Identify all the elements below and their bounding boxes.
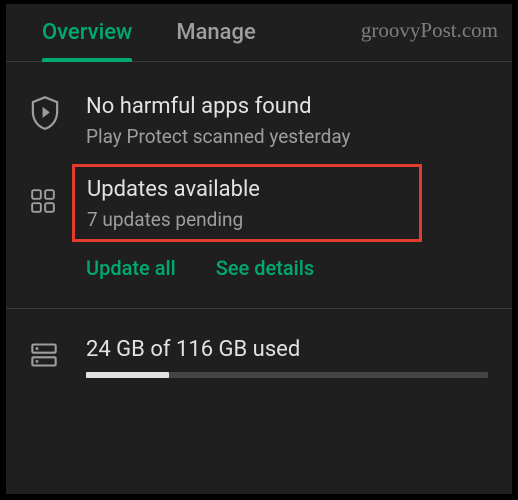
storage-title: 24 GB of 116 GB used	[86, 337, 488, 362]
divider	[6, 308, 512, 309]
updates-actions: Update all See details	[86, 256, 488, 280]
app-frame: Overview Manage groovyPost.com No harmfu…	[6, 4, 512, 494]
update-all-button[interactable]: Update all	[86, 256, 176, 280]
updates-row: Updates available 7 updates pending Upda…	[30, 174, 488, 290]
protect-subtitle: Play Protect scanned yesterday	[86, 125, 488, 148]
storage-bar	[86, 372, 488, 378]
watermark: groovyPost.com	[361, 18, 498, 43]
tab-manage[interactable]: Manage	[176, 4, 255, 61]
content: No harmful apps found Play Protect scann…	[6, 62, 512, 378]
updates-title: Updates available	[87, 177, 407, 202]
tab-bar: Overview Manage groovyPost.com	[6, 4, 512, 62]
storage-bar-fill	[86, 372, 169, 378]
see-details-button[interactable]: See details	[216, 256, 314, 280]
storage-icon	[30, 337, 86, 369]
play-protect-row[interactable]: No harmful apps found Play Protect scann…	[30, 94, 488, 148]
updates-highlight: Updates available 7 updates pending	[72, 164, 422, 242]
storage-row[interactable]: 24 GB of 116 GB used	[30, 337, 488, 378]
shield-play-icon	[30, 94, 86, 130]
protect-title: No harmful apps found	[86, 94, 488, 119]
updates-subtitle: 7 updates pending	[87, 208, 407, 231]
tab-overview[interactable]: Overview	[42, 4, 132, 61]
